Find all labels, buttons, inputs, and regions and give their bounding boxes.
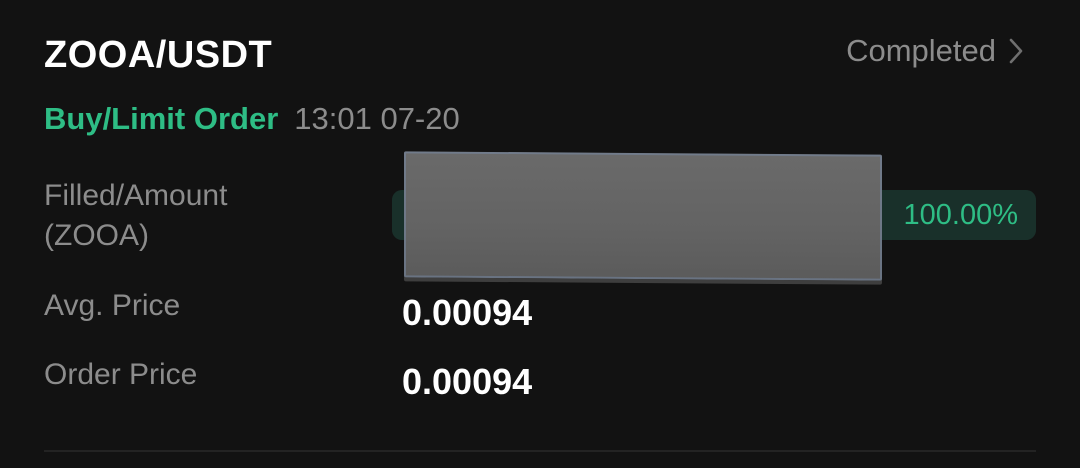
order-side-type: Buy/Limit Order — [44, 101, 279, 136]
order-subline: Buy/Limit Order 13:01 07-20 — [44, 101, 460, 137]
trading-pair-title: ZOOA/USDT — [44, 34, 273, 76]
order-price-value: 0.00094 — [402, 361, 533, 402]
avg-price-value: 0.00094 — [402, 292, 533, 333]
bottom-divider — [44, 450, 1036, 452]
filled-amount-label-line2: (ZOOA) — [44, 219, 149, 252]
order-price-label: Order Price — [44, 358, 198, 391]
filled-amount-label-line1: Filled/Amount — [44, 179, 228, 212]
chevron-right-icon — [1008, 37, 1024, 65]
order-timestamp: 13:01 07-20 — [294, 101, 460, 136]
order-status-label: Completed — [846, 33, 996, 68]
fill-percent: 100.00% — [903, 199, 1019, 231]
avg-price-label: Avg. Price — [44, 289, 181, 322]
filled-amount-label: Filled/Amount (ZOOA) — [44, 176, 227, 256]
order-status-link[interactable]: Completed — [846, 33, 1024, 69]
order-card: ZOOA/USDT Completed Buy/Limit Order 13:0… — [0, 0, 1080, 468]
redaction-overlay — [404, 151, 882, 281]
